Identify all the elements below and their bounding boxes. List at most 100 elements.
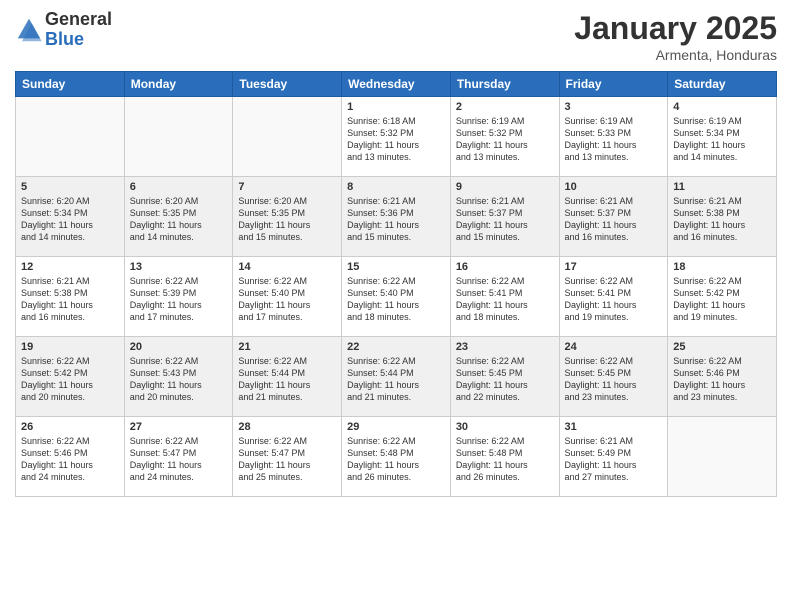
calendar-day-cell: 22Sunrise: 6:22 AM Sunset: 5:44 PM Dayli… [342, 337, 451, 417]
calendar-day-cell: 20Sunrise: 6:22 AM Sunset: 5:43 PM Dayli… [124, 337, 233, 417]
day-number: 18 [673, 261, 771, 273]
calendar-day-cell: 7Sunrise: 6:20 AM Sunset: 5:35 PM Daylig… [233, 177, 342, 257]
day-info: Sunrise: 6:22 AM Sunset: 5:39 PM Dayligh… [130, 275, 228, 324]
day-info: Sunrise: 6:21 AM Sunset: 5:38 PM Dayligh… [673, 195, 771, 244]
day-info: Sunrise: 6:22 AM Sunset: 5:41 PM Dayligh… [565, 275, 663, 324]
day-number: 31 [565, 421, 663, 433]
calendar-day-cell: 12Sunrise: 6:21 AM Sunset: 5:38 PM Dayli… [16, 257, 125, 337]
calendar-day-cell: 5 Sunrise: 6:20 AM Sunset: 5:34 PM Daylig… [16, 177, 125, 257]
weekday-header-friday: Friday [559, 72, 668, 97]
calendar-day-cell: 6 Sunrise: 6:20 AM Sunset: 5:35 PM Daylig… [124, 177, 233, 257]
calendar-week-row: 12Sunrise: 6:21 AM Sunset: 5:38 PM Dayli… [16, 257, 777, 337]
day-info: Sunrise: 6:22 AM Sunset: 5:45 PM Dayligh… [565, 355, 663, 404]
day-info: Sunrise: 6:20 AM Sunset: 5:35 PM Dayligh… [238, 195, 336, 244]
day-number: 30 [456, 421, 554, 433]
day-number: 27 [130, 421, 228, 433]
weekday-header-thursday: Thursday [450, 72, 559, 97]
logo-blue: Blue [45, 29, 84, 49]
day-number: 17 [565, 261, 663, 273]
day-info: Sunrise: 6:21 AM Sunset: 5:36 PM Dayligh… [347, 195, 445, 244]
calendar-day-cell: 3 Sunrise: 6:19 AM Sunset: 5:33 PM Daylig… [559, 97, 668, 177]
calendar-day-cell: 26 Sunrise: 6:22 AM Sunset: 5:46 PM Dayli… [16, 417, 125, 497]
calendar-subtitle: Armenta, Honduras [574, 47, 777, 63]
calendar-day-cell: 8 Sunrise: 6:21 AM Sunset: 5:36 PM Daylig… [342, 177, 451, 257]
day-number: 1 [347, 101, 445, 113]
day-info: Sunrise: 6:22 AM Sunset: 5:44 PM Dayligh… [238, 355, 336, 404]
calendar-day-cell: 15 Sunrise: 6:22 AM Sunset: 5:40 PM Dayli… [342, 257, 451, 337]
calendar-day-cell: 21 Sunrise: 6:22 AM Sunset: 5:44 PM Dayli… [233, 337, 342, 417]
day-number: 3 [565, 101, 663, 113]
day-info: Sunrise: 6:22 AM Sunset: 5:40 PM Dayligh… [347, 275, 445, 324]
day-info: Sunrise: 6:19 AM Sunset: 5:33 PM Dayligh… [565, 115, 663, 164]
day-number: 26 [21, 421, 119, 433]
weekday-header-monday: Monday [124, 72, 233, 97]
day-number: 5 [21, 181, 119, 193]
calendar-day-cell: 25Sunrise: 6:22 AM Sunset: 5:46 PM Dayli… [668, 337, 777, 417]
day-number: 28 [238, 421, 336, 433]
calendar-day-cell: 9 Sunrise: 6:21 AM Sunset: 5:37 PM Daylig… [450, 177, 559, 257]
calendar-week-row: 1 Sunrise: 6:18 AM Sunset: 5:32 PM Daylig… [16, 97, 777, 177]
day-info: Sunrise: 6:22 AM Sunset: 5:47 PM Dayligh… [130, 435, 228, 484]
title-block: January 2025 Armenta, Honduras [574, 10, 777, 63]
day-number: 6 [130, 181, 228, 193]
calendar-day-cell: 11Sunrise: 6:21 AM Sunset: 5:38 PM Dayli… [668, 177, 777, 257]
day-info: Sunrise: 6:22 AM Sunset: 5:46 PM Dayligh… [21, 435, 119, 484]
weekday-header-row: SundayMondayTuesdayWednesdayThursdayFrid… [16, 72, 777, 97]
day-number: 14 [238, 261, 336, 273]
day-number: 13 [130, 261, 228, 273]
calendar-day-cell: 23Sunrise: 6:22 AM Sunset: 5:45 PM Dayli… [450, 337, 559, 417]
calendar-day-cell: 28 Sunrise: 6:22 AM Sunset: 5:47 PM Dayli… [233, 417, 342, 497]
day-number: 19 [21, 341, 119, 353]
day-info: Sunrise: 6:22 AM Sunset: 5:42 PM Dayligh… [21, 355, 119, 404]
calendar-day-cell: 27 Sunrise: 6:22 AM Sunset: 5:47 PM Dayli… [124, 417, 233, 497]
day-info: Sunrise: 6:22 AM Sunset: 5:48 PM Dayligh… [347, 435, 445, 484]
calendar-day-cell: 31 Sunrise: 6:21 AM Sunset: 5:49 PM Dayli… [559, 417, 668, 497]
day-info: Sunrise: 6:20 AM Sunset: 5:34 PM Dayligh… [21, 195, 119, 244]
day-info: Sunrise: 6:22 AM Sunset: 5:45 PM Dayligh… [456, 355, 554, 404]
day-info: Sunrise: 6:21 AM Sunset: 5:49 PM Dayligh… [565, 435, 663, 484]
calendar-day-cell: 10Sunrise: 6:21 AM Sunset: 5:37 PM Dayli… [559, 177, 668, 257]
calendar-day-cell [16, 97, 125, 177]
weekday-header-sunday: Sunday [16, 72, 125, 97]
day-info: Sunrise: 6:21 AM Sunset: 5:37 PM Dayligh… [456, 195, 554, 244]
day-info: Sunrise: 6:19 AM Sunset: 5:32 PM Dayligh… [456, 115, 554, 164]
day-info: Sunrise: 6:22 AM Sunset: 5:48 PM Dayligh… [456, 435, 554, 484]
day-number: 8 [347, 181, 445, 193]
day-info: Sunrise: 6:22 AM Sunset: 5:43 PM Dayligh… [130, 355, 228, 404]
day-number: 24 [565, 341, 663, 353]
calendar-week-row: 5 Sunrise: 6:20 AM Sunset: 5:34 PM Daylig… [16, 177, 777, 257]
calendar-day-cell: 17 Sunrise: 6:22 AM Sunset: 5:41 PM Dayli… [559, 257, 668, 337]
calendar-day-cell [668, 417, 777, 497]
logo-general: General [45, 9, 112, 29]
weekday-header-saturday: Saturday [668, 72, 777, 97]
day-number: 15 [347, 261, 445, 273]
calendar-day-cell: 14Sunrise: 6:22 AM Sunset: 5:40 PM Dayli… [233, 257, 342, 337]
day-number: 21 [238, 341, 336, 353]
day-info: Sunrise: 6:18 AM Sunset: 5:32 PM Dayligh… [347, 115, 445, 164]
calendar-week-row: 26 Sunrise: 6:22 AM Sunset: 5:46 PM Dayli… [16, 417, 777, 497]
logo-text: General Blue [45, 10, 112, 50]
day-info: Sunrise: 6:20 AM Sunset: 5:35 PM Dayligh… [130, 195, 228, 244]
calendar-day-cell: 30 Sunrise: 6:22 AM Sunset: 5:48 PM Dayli… [450, 417, 559, 497]
calendar-title: January 2025 [574, 10, 777, 47]
calendar-day-cell: 19 Sunrise: 6:22 AM Sunset: 5:42 PM Dayli… [16, 337, 125, 417]
logo: General Blue [15, 10, 112, 50]
day-info: Sunrise: 6:22 AM Sunset: 5:42 PM Dayligh… [673, 275, 771, 324]
calendar-table: SundayMondayTuesdayWednesdayThursdayFrid… [15, 71, 777, 497]
day-info: Sunrise: 6:22 AM Sunset: 5:41 PM Dayligh… [456, 275, 554, 324]
calendar-day-cell: 24 Sunrise: 6:22 AM Sunset: 5:45 PM Dayli… [559, 337, 668, 417]
calendar-day-cell: 13 Sunrise: 6:22 AM Sunset: 5:39 PM Dayli… [124, 257, 233, 337]
day-number: 16 [456, 261, 554, 273]
day-info: Sunrise: 6:22 AM Sunset: 5:47 PM Dayligh… [238, 435, 336, 484]
calendar-day-cell: 2 Sunrise: 6:19 AM Sunset: 5:32 PM Daylig… [450, 97, 559, 177]
day-info: Sunrise: 6:21 AM Sunset: 5:38 PM Dayligh… [21, 275, 119, 324]
day-number: 22 [347, 341, 445, 353]
weekday-header-wednesday: Wednesday [342, 72, 451, 97]
day-number: 9 [456, 181, 554, 193]
calendar-day-cell: 1 Sunrise: 6:18 AM Sunset: 5:32 PM Daylig… [342, 97, 451, 177]
calendar-day-cell [233, 97, 342, 177]
calendar-week-row: 19 Sunrise: 6:22 AM Sunset: 5:42 PM Dayli… [16, 337, 777, 417]
calendar-day-cell: 18 Sunrise: 6:22 AM Sunset: 5:42 PM Dayli… [668, 257, 777, 337]
day-number: 10 [565, 181, 663, 193]
day-number: 2 [456, 101, 554, 113]
